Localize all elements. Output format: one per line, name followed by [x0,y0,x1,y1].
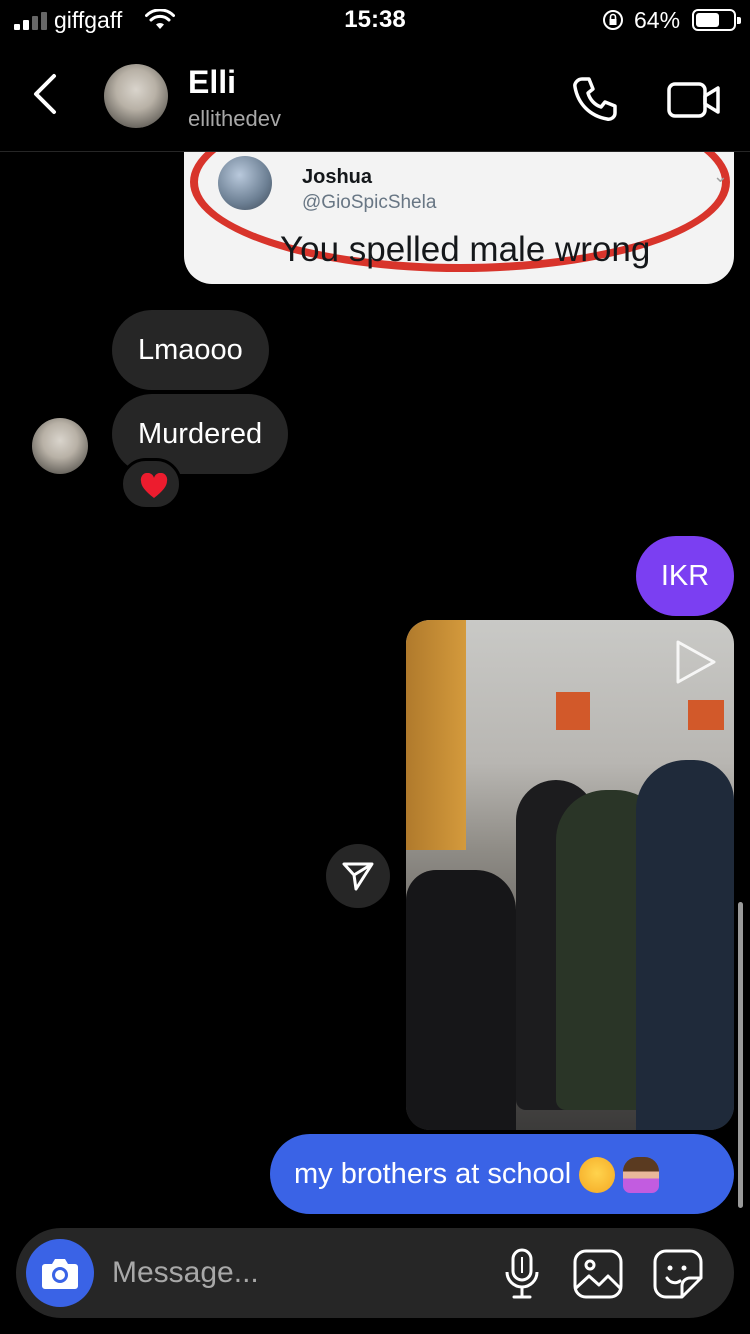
tweet-handle: @GioSpicShela [302,192,437,213]
incoming-message[interactable]: Lmaooo [112,310,269,390]
video-message[interactable] [406,620,734,1130]
share-button[interactable] [326,844,390,908]
message-reaction[interactable] [120,458,182,510]
heart-icon [140,473,168,498]
shrug-emoji [623,1157,660,1194]
outgoing-message[interactable]: my brothers at school [270,1134,734,1214]
play-icon[interactable] [670,638,718,686]
orientation-lock-icon [603,10,623,30]
battery-fill [696,13,719,27]
send-icon [342,862,374,891]
contact-name[interactable]: Elli [188,64,236,101]
video-call-icon[interactable] [666,78,722,122]
message-text: my brothers at school [294,1158,572,1190]
message-composer [16,1228,734,1318]
chat-header: Elli ellithedev [0,44,750,152]
sticker-icon[interactable] [652,1248,704,1300]
sender-avatar[interactable] [32,418,88,474]
chevron-down-icon: ⌄ [712,166,728,186]
scrollbar[interactable] [738,902,743,1208]
status-bar: giffgaff 15:38 64% [0,0,750,44]
tweet-avatar [218,156,272,210]
battery-icon [692,9,741,31]
outgoing-message[interactable]: IKR [636,536,734,616]
shared-tweet-image[interactable]: Joshua @GioSpicShela ⌄ You spelled male … [184,152,734,284]
back-icon[interactable] [28,72,64,116]
gallery-icon[interactable] [572,1248,624,1300]
phone-icon[interactable] [570,74,620,124]
tweet-author: Joshua [302,166,373,188]
contact-username[interactable]: ellithedev [188,106,281,132]
tweet-text: You spelled male wrong [280,230,651,269]
battery-percentage: 64% [634,7,681,33]
camera-button[interactable] [26,1239,94,1307]
microphone-icon[interactable] [502,1248,542,1300]
contact-avatar[interactable] [104,64,168,128]
crying-cat-emoji [579,1157,616,1194]
camera-icon [42,1259,78,1289]
message-input[interactable] [112,1250,472,1296]
